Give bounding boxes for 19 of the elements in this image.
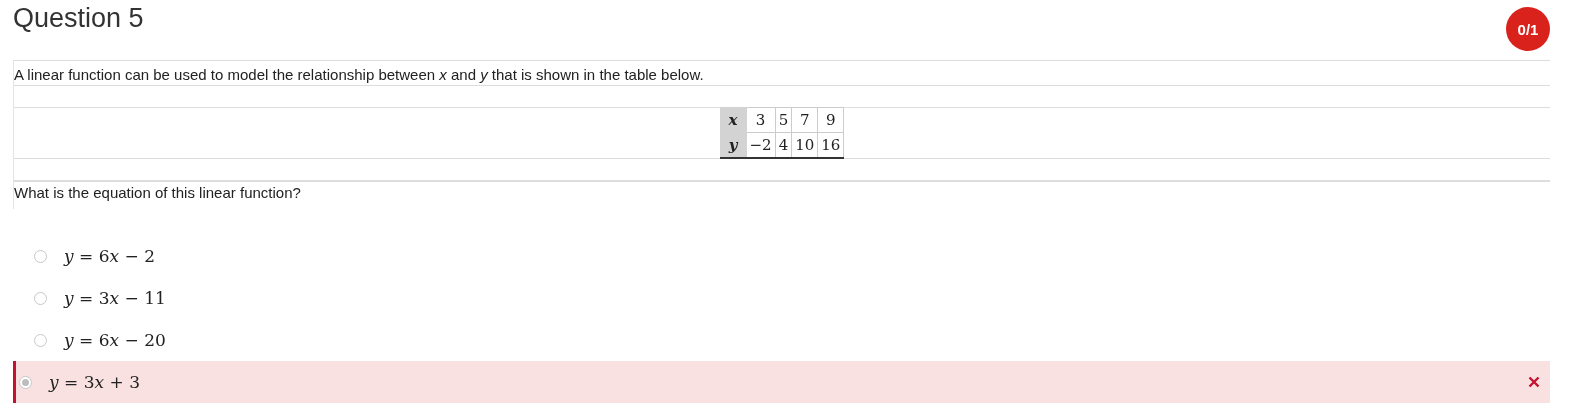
row-header: x <box>720 107 747 133</box>
radio-button[interactable] <box>34 291 47 305</box>
cross-icon <box>1528 376 1540 388</box>
table-cell: 9 <box>817 107 844 133</box>
table-cell: 5 <box>775 107 792 133</box>
answer-label[interactable]: y = 3x − 11 <box>64 288 166 308</box>
question-text: What is the equation of this linear function? <box>13 180 1550 209</box>
table-cell: 3 <box>746 107 776 133</box>
radio-button[interactable] <box>34 333 47 347</box>
radio-button[interactable] <box>34 249 47 263</box>
answer-label[interactable]: y = 6x − 20 <box>64 330 166 350</box>
table-cell: 7 <box>791 107 818 133</box>
score-badge: 0/1 <box>1506 7 1550 51</box>
prompt-text: A linear function can be used to model the relationship between x and y that is shown in the table below. <box>14 61 1550 86</box>
answer-label[interactable]: y = 3x + 3 <box>49 372 140 392</box>
radio-button[interactable] <box>19 375 32 389</box>
question-title: Question 5 <box>13 3 144 34</box>
row-header: y <box>720 132 747 158</box>
answer-label[interactable]: y = 6x − 2 <box>64 246 155 266</box>
